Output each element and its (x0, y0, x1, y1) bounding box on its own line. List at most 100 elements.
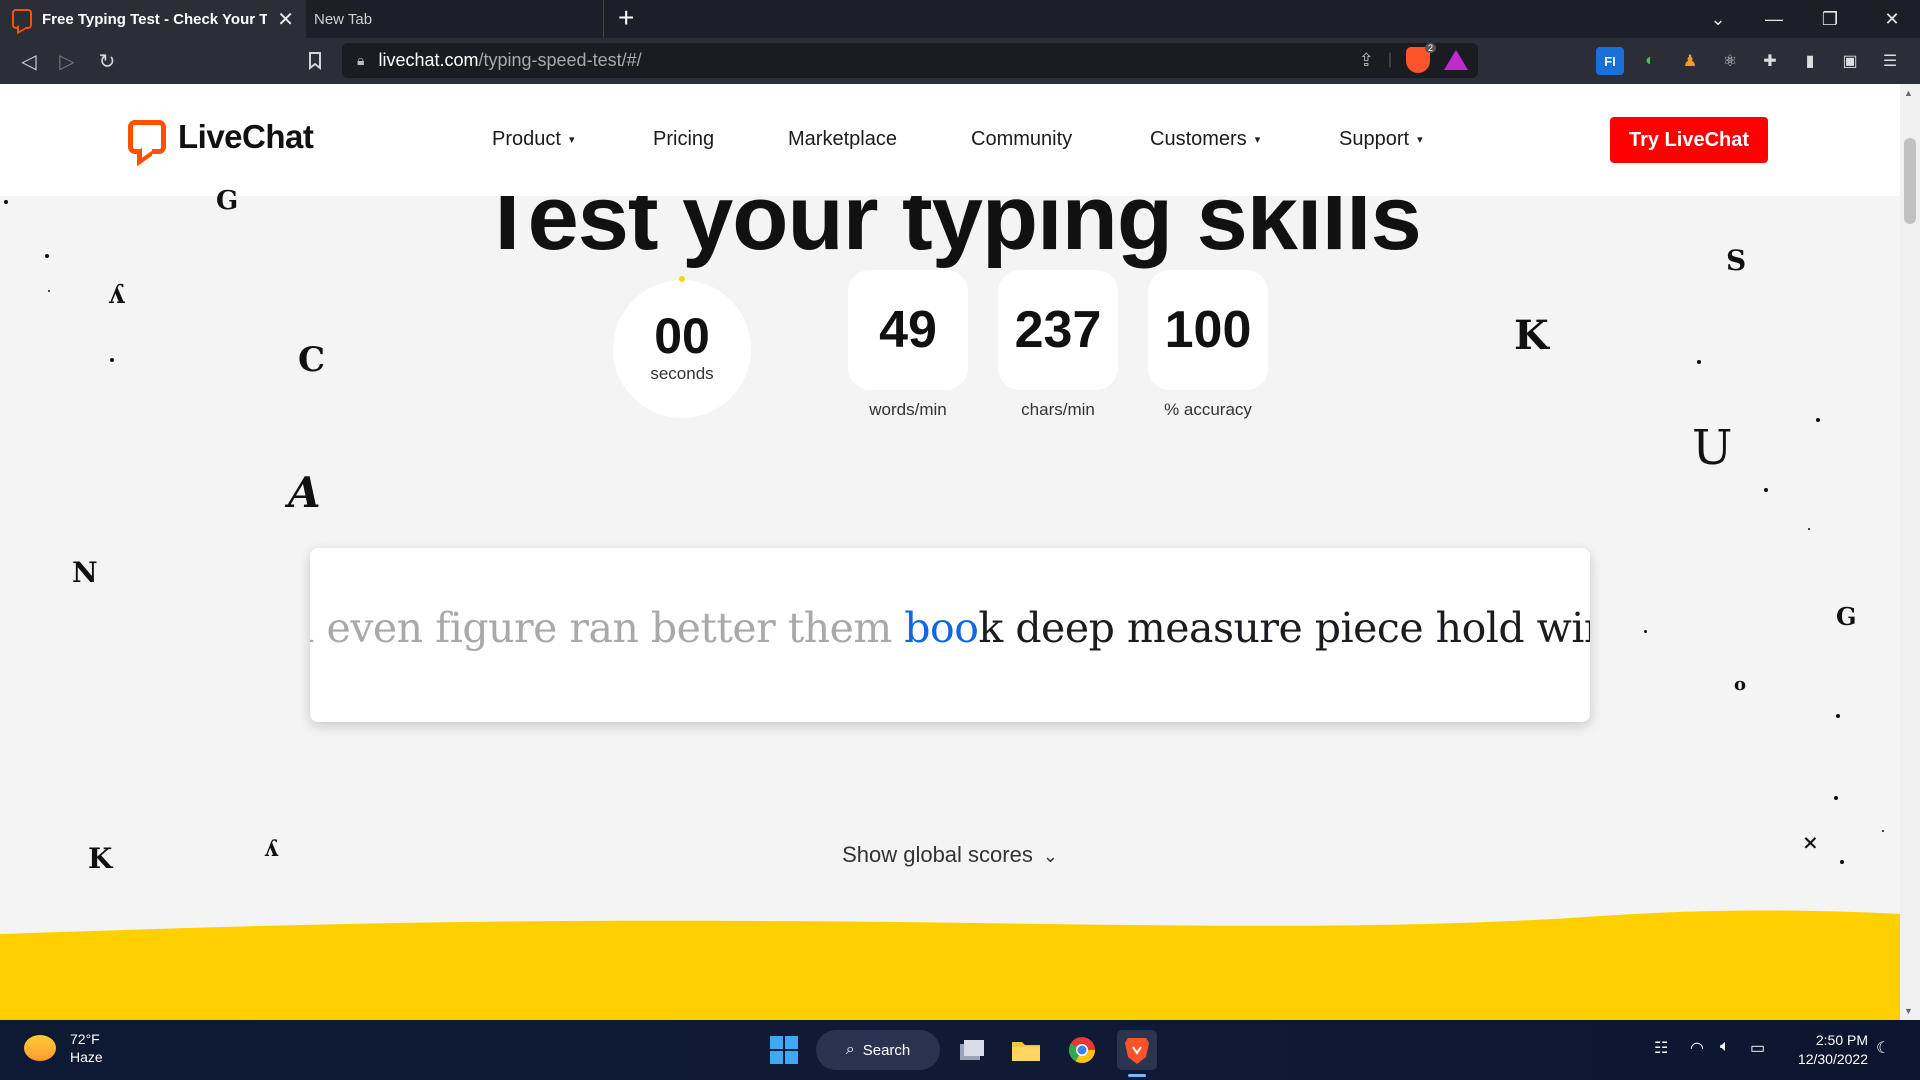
chrome-icon (1068, 1037, 1096, 1064)
nav-pricing[interactable]: Pricing (653, 128, 714, 151)
forward-icon[interactable]: ▷ (52, 46, 82, 76)
nav-community[interactable]: Community (971, 128, 1072, 151)
clock-time: 2:50 PM (1815, 1032, 1868, 1048)
share-icon[interactable]: ⇪ (1359, 50, 1374, 71)
browser-toolbar: ◁ ▷ ↻ 🔒︎ livechat.com /typing-speed-test… (0, 38, 1920, 84)
brave-button[interactable] (1117, 1030, 1157, 1070)
bookmark-icon[interactable] (300, 46, 330, 76)
wifi-icon[interactable]: ◠ (1690, 1038, 1704, 1058)
weather-haze-icon (24, 1035, 56, 1061)
nav-marketplace[interactable]: Marketplace (788, 128, 897, 151)
wallet-icon[interactable]: ▣ (1836, 47, 1864, 75)
decor-letter-icon: U (1692, 420, 1733, 476)
windows-logo-icon (770, 1036, 798, 1064)
yellow-wave-decoration (0, 910, 1900, 1020)
nav-support[interactable]: Support ▾ (1339, 128, 1423, 151)
windows-taskbar: 72°F Haze ⌕ Search ☷ ◠ 🔈︎ ▭ 2:50 PM 12/30… (0, 1020, 1920, 1080)
reload-icon[interactable]: ↻ (92, 46, 122, 76)
start-button[interactable] (764, 1030, 804, 1070)
decor-dot (48, 290, 50, 292)
extension-fi-icon[interactable]: FI (1596, 47, 1624, 75)
brave-rewards-icon[interactable] (1444, 50, 1468, 70)
focus-assist-icon[interactable]: ☾ (1876, 1038, 1890, 1058)
nav-label: Support (1339, 128, 1410, 150)
task-view-icon (960, 1040, 984, 1060)
extension-people-icon[interactable]: ♟ (1676, 47, 1704, 75)
sidebar-icon[interactable]: ▮ (1796, 47, 1824, 75)
chevron-down-icon: ⌄ (1042, 846, 1058, 866)
browser-tab-bar: Free Typing Test - Check Your Typ ✕ New … (0, 0, 1920, 38)
upcoming-words: deep measure piece hold wind f (1015, 604, 1590, 652)
decor-letter-icon: o (1734, 674, 1747, 695)
page-scrollbar[interactable]: ▲ ▼ (1900, 84, 1920, 1020)
brave-lion-icon (1125, 1038, 1149, 1064)
close-window-icon[interactable]: ✕ (1864, 0, 1920, 38)
shield-count: 2 (1424, 43, 1436, 53)
minimize-icon[interactable]: — (1746, 0, 1802, 38)
logo-text: LiveChat (178, 118, 314, 155)
address-bar[interactable]: 🔒︎ livechat.com /typing-speed-test/#/ ⇪ … (342, 43, 1478, 78)
decor-letter-icon: G (1836, 602, 1857, 631)
livechat-logo[interactable]: LiveChat (128, 118, 314, 156)
clock-date: 12/30/2022 (1797, 1051, 1868, 1067)
decor-letter-icon: G (216, 186, 239, 216)
timer-progress-dot (679, 276, 685, 282)
chrome-button[interactable] (1062, 1030, 1102, 1070)
timer-circle: 00 seconds (613, 276, 751, 418)
tab-typing-test[interactable]: Free Typing Test - Check Your Typ ✕ (0, 0, 306, 38)
brave-shield-icon[interactable]: 2 (1406, 43, 1436, 73)
notification-center-icon[interactable]: ☷ (1654, 1038, 1668, 1058)
battery-icon[interactable]: ▭ (1750, 1038, 1765, 1058)
taskbar-clock[interactable]: 2:50 PM 12/30/2022 (1790, 1031, 1868, 1069)
try-livechat-button[interactable]: Try LiveChat (1610, 117, 1768, 163)
show-scores-label: Show global scores (842, 842, 1033, 867)
tab-new-tab[interactable]: New Tab (306, 0, 604, 38)
file-explorer-button[interactable] (1006, 1030, 1046, 1070)
decor-letter-icon: K (1514, 312, 1549, 359)
stat-value: 100 (1148, 270, 1268, 390)
nav-product[interactable]: Product ▾ (492, 128, 574, 151)
decor-dot (1644, 630, 1647, 633)
stat-value: 49 (848, 270, 968, 390)
new-tab-plus-icon[interactable]: + (618, 2, 634, 34)
stat-value: 237 (998, 270, 1118, 390)
task-view-button[interactable] (952, 1030, 992, 1070)
caret-down-icon: ▾ (1417, 134, 1423, 147)
typed-words: n even figure ran better them (310, 604, 905, 652)
decor-dot (1882, 830, 1884, 832)
decor-dot (1834, 796, 1838, 800)
menu-icon[interactable]: ☰ (1876, 47, 1904, 75)
taskbar-search-button[interactable]: ⌕ Search (816, 1030, 940, 1070)
volume-icon[interactable]: 🔈︎ (1720, 1038, 1730, 1056)
nav-customers[interactable]: Customers ▾ (1150, 128, 1260, 151)
typing-input-area[interactable]: n even figure ran better them book deep … (310, 548, 1590, 722)
decor-letter-icon: A (288, 468, 321, 517)
decor-dot (1697, 360, 1701, 364)
tab-close-icon[interactable]: ✕ (277, 7, 294, 32)
nav-label: Customers (1150, 128, 1247, 150)
caret-down-icon: ▾ (568, 134, 575, 147)
stat-words-per-min: 49 words/min (848, 270, 968, 420)
decor-dot (1808, 528, 1810, 530)
scroll-thumb[interactable] (1904, 138, 1916, 224)
stat-label: words/min (869, 400, 947, 419)
extension-atom-icon[interactable]: ⚛ (1716, 47, 1744, 75)
weather-desc: Haze (70, 1049, 103, 1065)
scroll-up-icon[interactable]: ▲ (1904, 88, 1913, 98)
extension-wallet-icon[interactable]: ◐ (1636, 47, 1664, 75)
weather-temp: 72°F (70, 1031, 100, 1047)
tab-title: New Tab (314, 10, 373, 28)
decor-dot (110, 358, 114, 362)
show-global-scores-toggle[interactable]: Show global scores ⌄ (0, 842, 1900, 868)
weather-widget[interactable]: 72°F Haze (24, 1030, 103, 1066)
scroll-down-icon[interactable]: ▼ (1904, 1006, 1913, 1016)
url-host: livechat.com (378, 50, 479, 70)
livechat-logo-icon (128, 120, 166, 154)
restore-icon[interactable]: ❐ (1802, 0, 1858, 38)
stat-chars-per-min: 237 chars/min (998, 270, 1118, 420)
decor-dot (1764, 488, 1768, 492)
extensions-puzzle-icon[interactable]: ✚ (1756, 47, 1784, 75)
back-icon[interactable]: ◁ (14, 46, 44, 76)
tab-search-chevron-icon[interactable]: ⌄ (1690, 0, 1746, 38)
site-header: LiveChat Product ▾ Pricing Marketplace Co… (0, 84, 1900, 196)
